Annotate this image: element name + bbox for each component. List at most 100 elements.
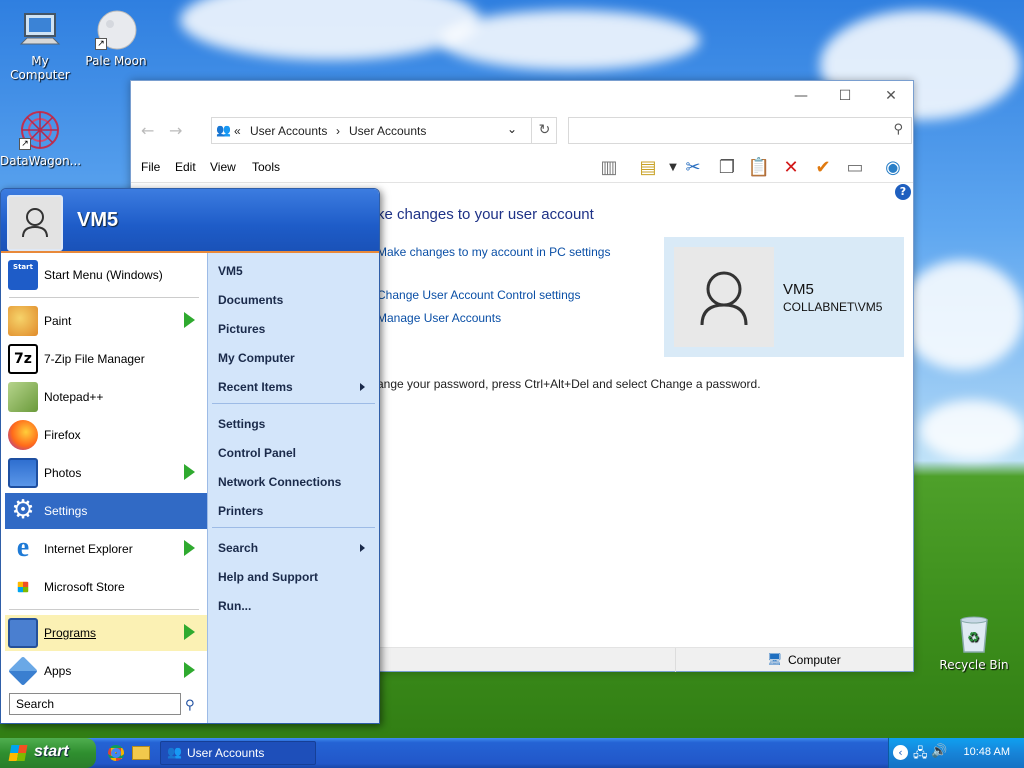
preview-pane-icon[interactable]: ▥ bbox=[597, 156, 621, 180]
right-item-pictures[interactable]: Pictures bbox=[218, 322, 265, 336]
firefox-icon bbox=[8, 420, 38, 450]
address-bar[interactable]: 👥 « User Accounts › User Accounts ⌄ bbox=[211, 117, 557, 144]
window-titlebar[interactable]: — ☐ ✕ bbox=[131, 81, 913, 111]
network-icon[interactable]: 🖧 bbox=[913, 744, 928, 766]
globe-icon[interactable]: ◉ bbox=[881, 156, 905, 180]
copy-icon[interactable]: ❐ bbox=[715, 156, 739, 180]
link-uac-settings[interactable]: Change User Account Control settings bbox=[377, 288, 580, 302]
start-menu: VM5 Start Start Menu (Windows) Paint 7z … bbox=[0, 188, 380, 724]
maximize-button[interactable]: ☐ bbox=[825, 85, 865, 107]
menu-view[interactable]: View bbox=[210, 160, 236, 174]
computer-icon: 🖥 bbox=[767, 652, 783, 666]
user-avatar bbox=[674, 247, 774, 347]
datawagon-icon: ↗ bbox=[19, 110, 61, 150]
breadcrumb-item[interactable]: User Accounts bbox=[250, 124, 327, 138]
menu-file[interactable]: File bbox=[141, 160, 160, 174]
desktop-icon-label: Recycle Bin bbox=[939, 658, 1009, 672]
refresh-button[interactable]: ↻ bbox=[531, 117, 557, 144]
right-item-control-panel[interactable]: Control Panel bbox=[218, 446, 296, 460]
start-search-input[interactable]: Search bbox=[9, 693, 181, 715]
minimize-button[interactable]: — bbox=[781, 85, 821, 107]
back-button[interactable]: ← bbox=[141, 121, 154, 140]
desktop-icon-label: My Computer bbox=[10, 54, 70, 82]
control-panel-icon: 👥 bbox=[216, 123, 231, 137]
breadcrumb-item[interactable]: User Accounts bbox=[349, 124, 426, 138]
status-location: Computer bbox=[788, 653, 841, 667]
properties-icon[interactable]: ▤ bbox=[636, 156, 660, 180]
right-item-network-connections[interactable]: Network Connections bbox=[218, 475, 341, 489]
avatar[interactable] bbox=[7, 195, 63, 251]
user-card: VM5 COLLABNET\VM5 bbox=[664, 237, 904, 357]
start-item-paint[interactable]: Paint bbox=[5, 303, 207, 339]
delete-icon[interactable]: ✕ bbox=[779, 156, 803, 180]
link-manage-accounts[interactable]: Manage User Accounts bbox=[377, 311, 501, 325]
right-item-run[interactable]: Run... bbox=[218, 599, 251, 613]
start-menu-left-pane: Start Start Menu (Windows) Paint 7z 7-Zi… bbox=[1, 253, 207, 723]
start-item-photos[interactable]: Photos bbox=[5, 455, 207, 491]
folder-icon[interactable] bbox=[132, 746, 150, 760]
search-icon: ⚲ bbox=[893, 122, 903, 137]
right-item-documents[interactable]: Documents bbox=[218, 293, 283, 307]
tray-expand-icon[interactable]: ‹ bbox=[893, 745, 908, 760]
submenu-arrow-icon bbox=[184, 662, 195, 678]
menu-tools[interactable]: Tools bbox=[252, 160, 280, 174]
start-item-7zip[interactable]: 7z 7-Zip File Manager bbox=[5, 341, 207, 377]
start-item-firefox[interactable]: Firefox bbox=[5, 417, 207, 453]
submenu-arrow-icon bbox=[184, 540, 195, 556]
paste-icon[interactable]: 📋 bbox=[747, 156, 771, 180]
start-button[interactable]: start bbox=[0, 738, 96, 768]
desktop-icon-label: Pale Moon bbox=[85, 54, 147, 68]
close-button[interactable]: ✕ bbox=[871, 85, 911, 107]
start-menu-app-icon: Start bbox=[8, 260, 38, 290]
shortcut-arrow-icon: ↗ bbox=[19, 138, 31, 150]
checkmark-icon[interactable]: ✔ bbox=[811, 156, 835, 180]
computer-icon bbox=[19, 10, 61, 50]
password-note: ange your password, press Ctrl+Alt+Del a… bbox=[377, 377, 761, 391]
volume-icon[interactable]: 🔊 bbox=[931, 744, 947, 759]
pale-moon-icon: ↗ bbox=[95, 10, 137, 50]
right-item-user[interactable]: VM5 bbox=[218, 264, 243, 278]
start-item-apps[interactable]: Apps bbox=[5, 653, 207, 689]
paint-icon bbox=[8, 306, 38, 336]
link-pc-settings[interactable]: Make changes to my account in PC setting… bbox=[377, 245, 610, 259]
breadcrumb-overflow[interactable]: « bbox=[234, 124, 241, 138]
desktop-icon-my-computer[interactable]: My Computer bbox=[0, 10, 80, 82]
desktop-icon-pale-moon[interactable]: ↗ Pale Moon bbox=[76, 10, 156, 68]
start-item-notepadpp[interactable]: Notepad++ bbox=[5, 379, 207, 415]
desktop-icon-recycle-bin[interactable]: ♻ Recycle Bin bbox=[934, 614, 1014, 672]
start-menu-username: VM5 bbox=[77, 209, 119, 231]
svg-text:♻: ♻ bbox=[967, 630, 980, 646]
search-icon[interactable]: ⚲ bbox=[185, 698, 195, 713]
start-item-start-menu[interactable]: Start Start Menu (Windows) bbox=[5, 257, 207, 293]
right-item-my-computer[interactable]: My Computer bbox=[218, 351, 295, 365]
search-input[interactable]: ⚲ bbox=[568, 117, 912, 144]
start-item-microsoft-store[interactable]: Microsoft Store bbox=[5, 569, 207, 605]
rename-icon[interactable]: ▭ bbox=[843, 156, 867, 180]
forward-button[interactable]: → bbox=[169, 121, 182, 140]
desktop-icon-datawagon[interactable]: ↗ DataWagon... bbox=[0, 110, 82, 168]
photos-icon bbox=[8, 458, 38, 488]
user-name: VM5 bbox=[783, 281, 814, 298]
programs-icon bbox=[8, 618, 38, 648]
cut-icon[interactable]: ✂ bbox=[681, 156, 705, 180]
right-item-search[interactable]: Search bbox=[218, 541, 258, 555]
user-account: COLLABNET\VM5 bbox=[783, 300, 883, 314]
menu-edit[interactable]: Edit bbox=[175, 160, 196, 174]
chevron-right-icon bbox=[360, 383, 365, 391]
address-dropdown-icon[interactable]: ⌄ bbox=[507, 122, 517, 136]
notepadpp-icon bbox=[8, 382, 38, 412]
start-menu-right-pane: VM5 Documents Pictures My Computer Recen… bbox=[207, 253, 379, 723]
start-item-programs[interactable]: Programs bbox=[5, 615, 207, 651]
start-item-settings[interactable]: ⚙ Settings bbox=[5, 493, 207, 529]
taskbar-window-button[interactable]: 👥 User Accounts bbox=[160, 741, 316, 765]
chevron-right-icon bbox=[360, 544, 365, 552]
clock[interactable]: 10:48 AM bbox=[964, 746, 1010, 758]
page-title: ke changes to your user account bbox=[377, 206, 594, 223]
right-item-printers[interactable]: Printers bbox=[218, 504, 263, 518]
start-item-internet-explorer[interactable]: e Internet Explorer bbox=[5, 531, 207, 567]
right-item-settings[interactable]: Settings bbox=[218, 417, 265, 431]
desktop-icon-label: DataWagon... bbox=[0, 154, 82, 168]
right-item-help-support[interactable]: Help and Support bbox=[218, 570, 318, 584]
chrome-icon[interactable] bbox=[108, 745, 124, 761]
right-item-recent-items[interactable]: Recent Items bbox=[218, 380, 293, 394]
